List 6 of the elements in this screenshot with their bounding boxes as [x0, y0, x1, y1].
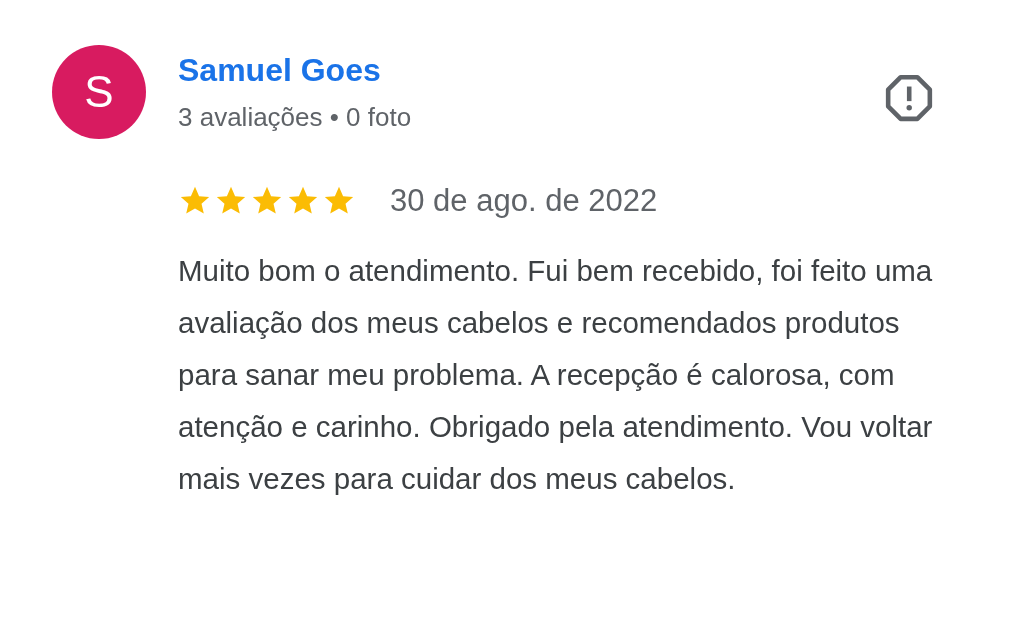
review-count: 3 avaliações • 0 foto [178, 101, 412, 133]
review-date: 30 de ago. de 2022 [390, 183, 658, 219]
avatar: S [52, 45, 146, 139]
report-icon[interactable] [884, 73, 934, 123]
author-name[interactable]: Samuel Goes [178, 51, 381, 89]
review-text: Muito bom o atendimento. Fui bem recebido, foi feito uma avaliação dos meus cabelos e recomendados produtos para sanar meu problema. A recepção é calorosa, com atenção e carinho. Obrigado pela atendimento. Vou voltar mais vezes para cuidar dos meus cabelos. [178, 253, 934, 497]
